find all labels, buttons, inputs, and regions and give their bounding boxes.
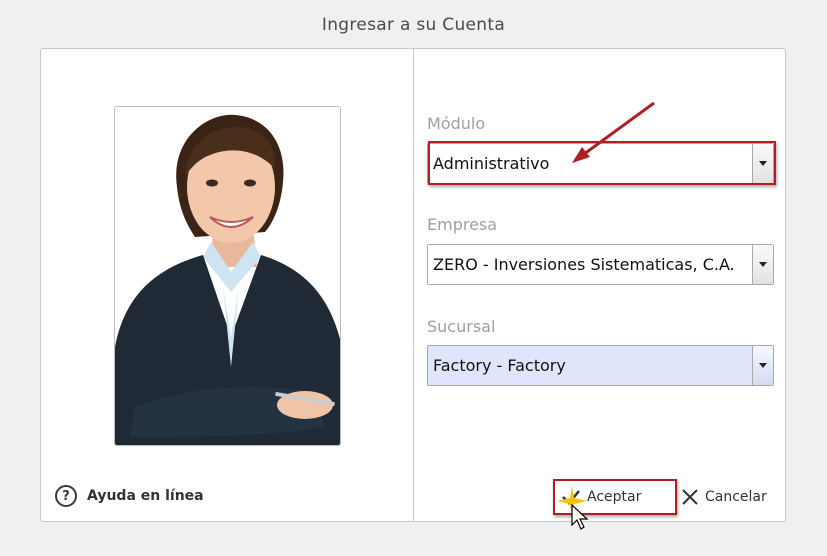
panel-divider <box>413 49 414 521</box>
annotation-arrow <box>572 101 655 163</box>
user-photo <box>114 106 341 446</box>
login-panel: ? Ayuda en línea Módulo Administrativo E… <box>40 48 786 530</box>
dialog-title: Ingresar a su Cuenta <box>321 15 506 35</box>
help-label: Ayuda en línea <box>87 488 204 504</box>
sucursal-dropdown-button[interactable] <box>752 346 773 385</box>
cancel-button[interactable]: Cancelar <box>681 479 767 515</box>
sucursal-label: Sucursal <box>427 317 496 336</box>
empresa-label: Empresa <box>427 215 498 234</box>
sucursal-select[interactable]: Factory - Factory <box>427 345 774 386</box>
modulo-label: Módulo <box>427 114 486 133</box>
sucursal-value: Factory - Factory <box>433 356 566 375</box>
question-circle-icon: ? <box>55 485 77 507</box>
chevron-down-icon <box>759 363 767 368</box>
cancel-label: Cancelar <box>705 489 767 505</box>
empresa-dropdown-button[interactable] <box>752 245 773 284</box>
close-icon <box>681 488 699 506</box>
empresa-value: ZERO - Inversiones Sistematicas, C.A. <box>433 255 735 274</box>
help-link[interactable]: ? Ayuda en línea <box>55 484 204 508</box>
chevron-down-icon <box>759 262 767 267</box>
mouse-cursor-icon <box>571 504 589 530</box>
empresa-select[interactable]: ZERO - Inversiones Sistematicas, C.A. <box>427 244 774 285</box>
